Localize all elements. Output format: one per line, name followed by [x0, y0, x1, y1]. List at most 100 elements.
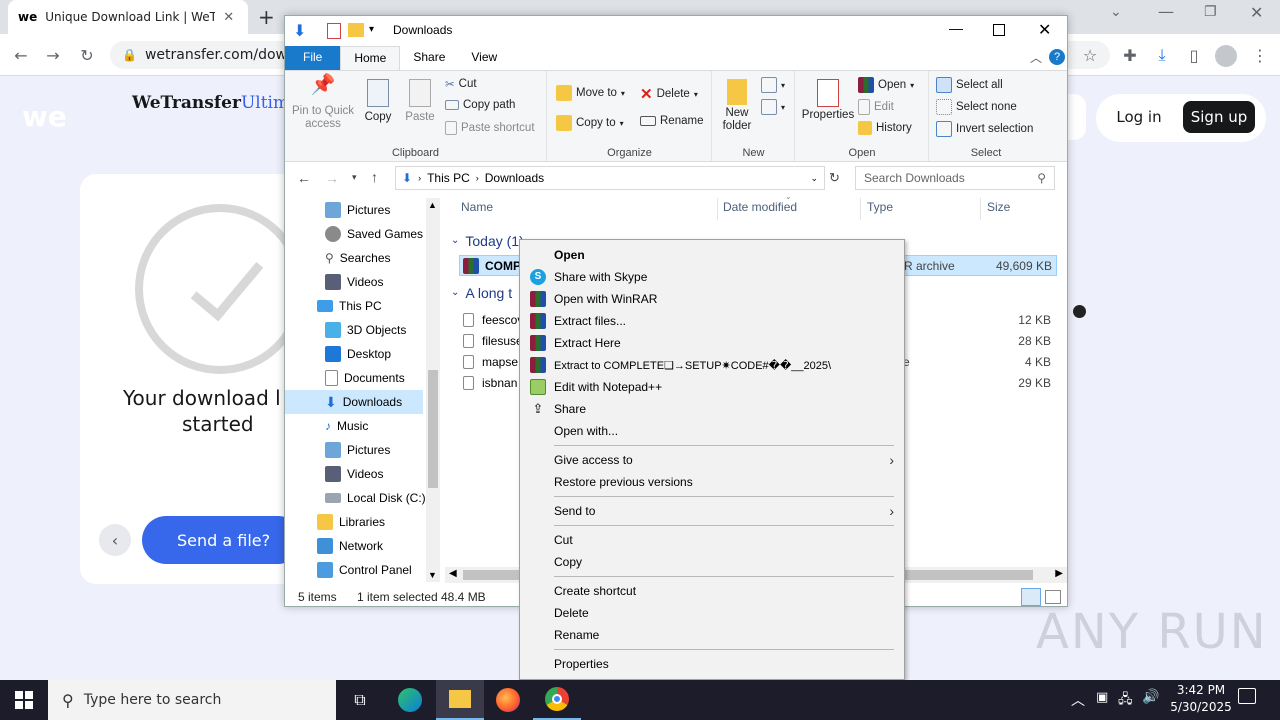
menu-item-send-to[interactable]: Send to › [520, 500, 904, 522]
column-header-type[interactable]: Type [867, 200, 893, 214]
menu-item-open[interactable]: Open [520, 244, 904, 266]
scroll-left-icon[interactable]: ◀ [449, 568, 457, 579]
nav-item-searches[interactable]: ⚲ Searches [325, 246, 391, 270]
nav-pane-scrollbar[interactable]: ▲ ▼ [426, 198, 440, 582]
nav-item-local-disk[interactable]: Local Disk (C:) [325, 486, 426, 510]
nav-forward-icon[interactable]: → [325, 170, 339, 186]
new-tab-button[interactable]: + [258, 5, 275, 29]
downloads-icon[interactable]: ⤓ [1151, 44, 1173, 66]
tab-share[interactable]: Share [400, 46, 458, 70]
menu-item-extract-files[interactable]: Extract files... [520, 310, 904, 332]
open-button[interactable]: Open ▾ [858, 77, 914, 93]
tray-device-icon[interactable]: ▣ [1096, 690, 1108, 705]
column-header-size[interactable]: Size [987, 200, 1010, 214]
copy-path-button[interactable]: Copy path [445, 99, 515, 111]
taskbar-date[interactable]: 5/30/2025 [1166, 700, 1236, 714]
nav-item-downloads[interactable]: ⬇ Downloads [285, 390, 423, 414]
menu-item-edit-notepadpp[interactable]: Edit with Notepad++ [520, 376, 904, 398]
edge-browser-icon[interactable] [386, 680, 434, 720]
select-none-button[interactable]: Select none [936, 99, 1017, 115]
nav-item-videos-2[interactable]: Videos [325, 462, 383, 486]
recent-locations-icon[interactable]: ▾ [352, 172, 357, 183]
nav-item-3d-objects[interactable]: 3D Objects [325, 318, 406, 342]
explorer-maximize-icon[interactable] [993, 24, 1005, 36]
task-view-icon[interactable]: ⧉ [336, 680, 384, 720]
menu-item-create-shortcut[interactable]: Create shortcut [520, 580, 904, 602]
network-tray-icon[interactable]: 🖧 [1118, 690, 1133, 712]
nav-item-pictures-2[interactable]: Pictures [325, 438, 390, 462]
menu-item-restore-versions[interactable]: Restore previous versions [520, 471, 904, 493]
browser-tab[interactable]: we Unique Download Link | WeTran ✕ [8, 0, 248, 34]
invert-selection-button[interactable]: Invert selection [936, 121, 1033, 137]
nav-item-pictures[interactable]: Pictures [325, 198, 390, 222]
menu-item-open-with[interactable]: Open with... [520, 420, 904, 442]
help-icon[interactable]: ? [1049, 49, 1065, 65]
breadcrumb-downloads[interactable]: Downloads [485, 171, 544, 185]
explorer-minimize-icon[interactable]: — [949, 20, 963, 36]
move-to-button[interactable]: Move to ▾ [556, 85, 625, 101]
explorer-address-bar[interactable]: ⬇ › This PC › Downloads ⌄ [395, 166, 825, 190]
notification-center-icon[interactable] [1238, 688, 1256, 704]
select-all-button[interactable]: Select all [936, 77, 1003, 93]
extensions-icon[interactable]: ✚ [1119, 44, 1141, 66]
nav-item-music[interactable]: ♪ Music [325, 414, 368, 438]
nav-up-icon[interactable]: ↑ [371, 169, 378, 185]
paste-button[interactable]: Paste [403, 79, 437, 124]
taskbar-time[interactable]: 3:42 PM [1170, 683, 1232, 697]
delete-button[interactable]: ✕ Delete ▾ [640, 85, 698, 103]
rename-button[interactable]: Rename [640, 115, 703, 127]
close-tab-icon[interactable]: ✕ [223, 10, 234, 25]
quick-access-properties-icon[interactable] [327, 23, 341, 39]
menu-item-delete[interactable]: Delete [520, 602, 904, 624]
file-explorer-taskbar-icon[interactable] [436, 680, 484, 720]
forward-icon[interactable]: → [42, 44, 64, 66]
profile-avatar[interactable] [1215, 45, 1237, 67]
group-header-long-ago[interactable]: ⌄ A long t [451, 282, 512, 303]
menu-item-copy[interactable]: Copy [520, 551, 904, 573]
close-window-icon[interactable]: ✕ [1250, 3, 1263, 22]
scroll-up-icon[interactable]: ▲ [428, 200, 437, 210]
menu-item-cut[interactable]: Cut [520, 529, 904, 551]
back-icon[interactable]: ← [10, 44, 32, 66]
taskbar-search-box[interactable]: ⚲ Type here to search [48, 680, 336, 720]
tab-home[interactable]: Home [340, 46, 401, 70]
menu-item-properties[interactable]: Properties [520, 653, 904, 675]
copy-to-button[interactable]: Copy to ▾ [556, 115, 624, 131]
edit-button[interactable]: Edit [858, 99, 894, 115]
nav-back-icon[interactable]: ← [297, 170, 311, 186]
menu-item-rename[interactable]: Rename [520, 624, 904, 646]
scroll-down-icon[interactable]: ▼ [428, 570, 437, 580]
menu-item-open-winrar[interactable]: Open with WinRAR [520, 288, 904, 310]
new-item-button[interactable]: ▾ [761, 77, 785, 93]
column-header-name[interactable]: Name [461, 200, 493, 214]
tray-overflow-icon[interactable]: ︿ [1071, 690, 1085, 710]
nav-item-saved-games[interactable]: Saved Games [325, 222, 423, 246]
tab-view[interactable]: View [458, 46, 510, 70]
nav-item-libraries[interactable]: Libraries [317, 510, 385, 534]
group-header-today[interactable]: ⌄ Today (1) [451, 230, 524, 251]
quick-access-dropdown-icon[interactable]: ▾ [369, 24, 374, 35]
easy-access-button[interactable]: ▾ [761, 99, 785, 115]
refresh-icon[interactable]: ↻ [829, 170, 840, 186]
menu-item-share[interactable]: ⇪ Share [520, 398, 904, 420]
nav-item-desktop[interactable]: Desktop [325, 342, 391, 366]
login-button[interactable]: Log in [1106, 101, 1172, 133]
address-dropdown-icon[interactable]: ⌄ [810, 173, 818, 184]
site-info-icon[interactable]: 🔒 [122, 48, 137, 62]
pin-quick-access-button[interactable]: 📌 Pin to Quick access [289, 75, 357, 131]
nav-item-control-panel[interactable]: Control Panel [317, 558, 412, 582]
signup-button[interactable]: Sign up [1183, 101, 1255, 133]
nav-item-videos[interactable]: Videos [325, 270, 383, 294]
large-icons-view-icon[interactable] [1045, 590, 1061, 604]
side-panel-icon[interactable]: ▯ [1183, 44, 1205, 66]
cut-button[interactable]: ✂ Cut [445, 77, 477, 91]
nav-item-this-pc[interactable]: This PC [317, 294, 382, 318]
minimize-chrome-icon[interactable]: ⌄ [1110, 4, 1122, 20]
chrome-menu-icon[interactable]: ⋮ [1249, 44, 1271, 66]
restore-window-icon[interactable]: ❐ [1204, 4, 1217, 20]
menu-item-extract-to[interactable]: Extract to COMPLETE❑→SETUP✷CODE#��__2025… [520, 354, 904, 376]
menu-item-extract-here[interactable]: Extract Here [520, 332, 904, 354]
send-file-button[interactable]: Send a file? [142, 516, 302, 564]
firefox-icon[interactable] [484, 680, 532, 720]
paste-shortcut-button[interactable]: Paste shortcut [445, 121, 535, 135]
